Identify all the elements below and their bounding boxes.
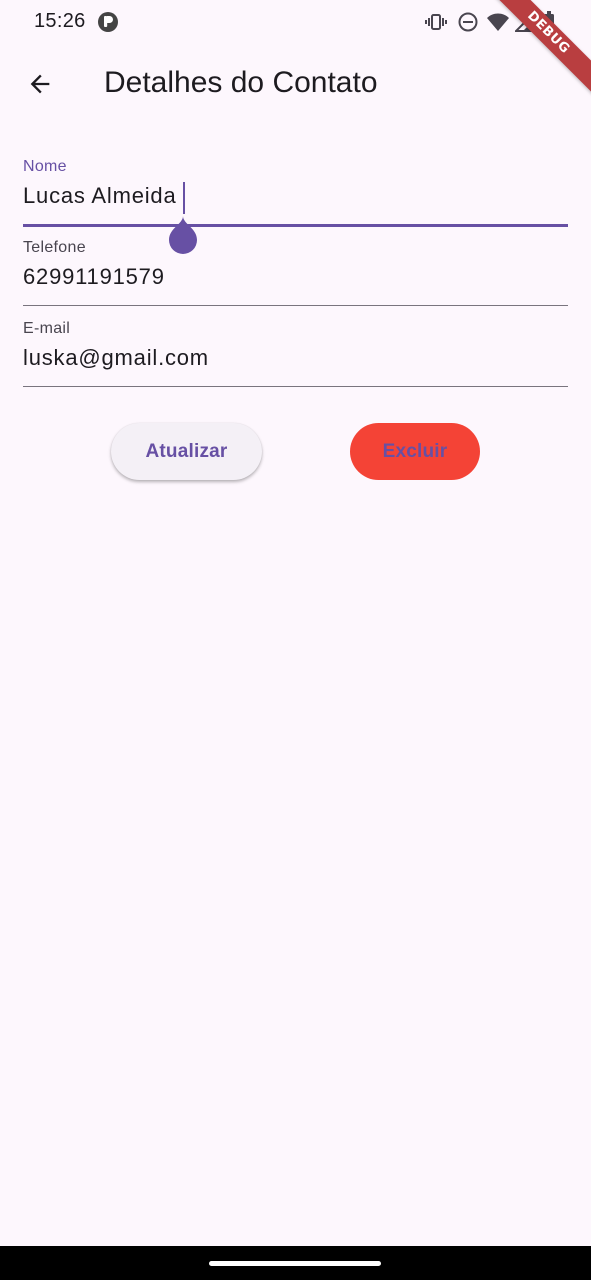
text-cursor	[183, 182, 185, 214]
phone-field[interactable]: Telefone 62991191579	[23, 237, 568, 309]
vibrate-icon	[424, 10, 448, 34]
status-time: 15:26	[34, 10, 86, 32]
wifi-icon	[486, 11, 510, 33]
app-notification-icon	[97, 11, 119, 33]
delete-button[interactable]: Excluir	[350, 423, 480, 480]
arrow-back-icon	[30, 74, 50, 94]
system-nav-bar	[0, 1246, 591, 1280]
phone-input[interactable]: 62991191579	[23, 264, 165, 290]
update-button[interactable]: Atualizar	[111, 423, 262, 480]
email-field-label: E-mail	[23, 320, 71, 337]
email-field-underline	[23, 386, 568, 387]
name-field[interactable]: Nome Lucas Almeida	[23, 156, 568, 254]
page-title: Detalhes do Contato	[104, 66, 378, 99]
do-not-disturb-icon	[457, 11, 479, 33]
gesture-handle[interactable]	[209, 1261, 381, 1266]
phone-field-underline	[23, 305, 568, 306]
email-input[interactable]: luska@gmail.com	[23, 345, 209, 371]
status-bar: 15:26	[0, 0, 591, 44]
back-button[interactable]	[16, 60, 64, 108]
name-field-label: Nome	[23, 158, 67, 175]
battery-icon	[543, 11, 555, 33]
cell-signal-icon	[513, 10, 535, 32]
app-bar: Detalhes do Contato	[0, 44, 591, 122]
email-field[interactable]: E-mail luska@gmail.com	[23, 318, 568, 390]
name-field-underline	[23, 224, 568, 227]
phone-field-label: Telefone	[23, 239, 86, 256]
name-input[interactable]: Lucas Almeida	[23, 183, 177, 209]
